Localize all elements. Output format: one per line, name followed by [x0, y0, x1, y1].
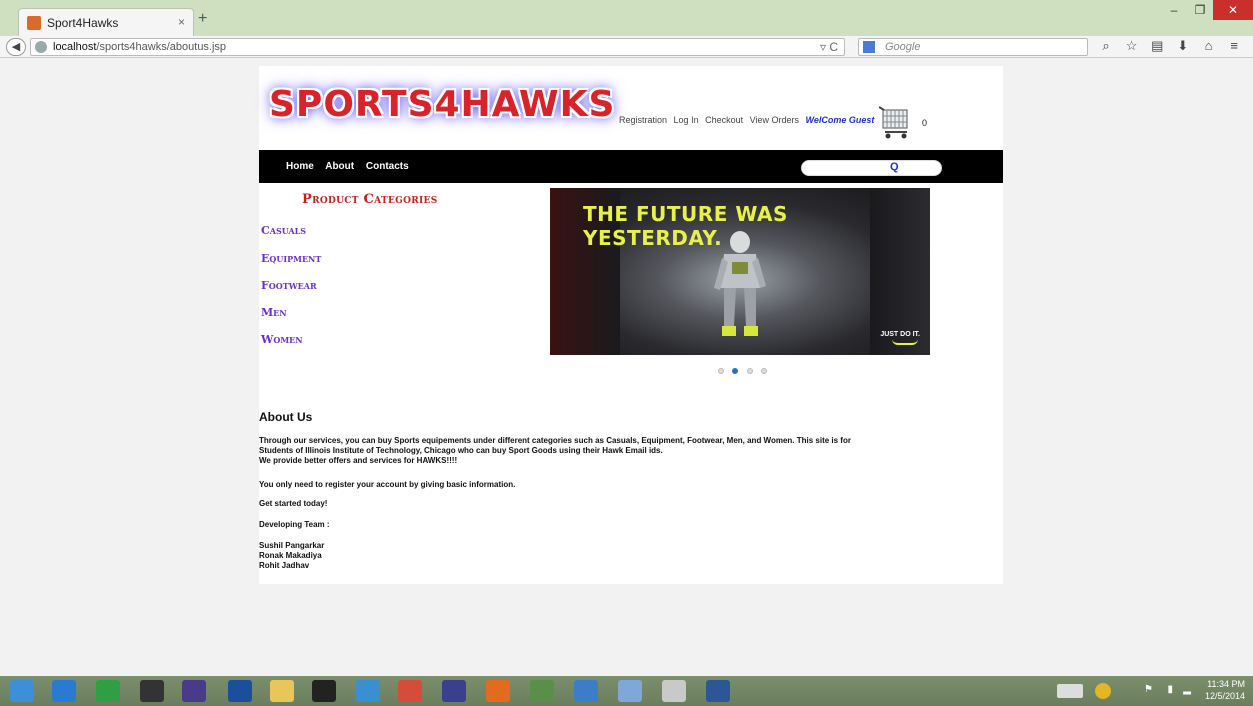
tab-title: Sport4Hawks [47, 16, 119, 30]
java-icon[interactable] [662, 680, 686, 702]
window-controls: – ❐ ✕ [1161, 0, 1253, 22]
nav-home-link[interactable]: Home [286, 161, 314, 172]
browser-tab[interactable]: Sport4Hawks × [18, 8, 194, 36]
word-icon[interactable] [706, 680, 730, 702]
network-icon[interactable]: ▮ [1167, 684, 1173, 695]
category-footwear[interactable]: Footwear [261, 279, 317, 292]
about-para-1c: We provide better offers and services fo… [259, 456, 458, 465]
star-icon[interactable]: ☆ [1121, 38, 1143, 54]
category-casuals[interactable]: Casuals [261, 224, 306, 237]
address-bar[interactable]: localhost/sports4hawks/aboutus.jsp ▿ C [30, 38, 845, 56]
category-men[interactable]: Men [261, 306, 287, 319]
new-tab-button[interactable]: + [198, 10, 207, 28]
menu-icon[interactable]: ≡ [1223, 38, 1245, 53]
system-clock[interactable]: 11:34 PM 12/5/2014 [1205, 678, 1245, 702]
category-women[interactable]: Women [261, 333, 303, 346]
photos-app-icon[interactable] [182, 680, 206, 702]
site-favicon-icon [27, 16, 41, 30]
checkout-link[interactable]: Checkout [705, 115, 743, 125]
view-orders-link[interactable]: View Orders [750, 115, 799, 125]
hp-icon[interactable] [228, 680, 252, 702]
logo-text: SPORTS4HAWKS [269, 84, 616, 125]
chrome-icon[interactable] [398, 680, 422, 702]
welcome-text: WelCome Guest [805, 115, 875, 125]
clock-time: 11:34 PM [1207, 679, 1245, 689]
nav-contacts-link[interactable]: Contacts [366, 161, 409, 172]
home-icon[interactable]: ⌂ [1198, 38, 1220, 53]
windows-taskbar: ⚑ ▮ ▂ 11:34 PM 12/5/2014 [0, 676, 1253, 706]
search-placeholder: Google [885, 41, 921, 53]
reload-icon[interactable]: ▿ C [820, 40, 838, 54]
team-label: Developing Team : [259, 520, 330, 529]
category-equipment[interactable]: Equipment [261, 252, 321, 265]
site-search-input[interactable]: Q [801, 160, 942, 176]
about-title: About Us [259, 410, 313, 424]
download-icon[interactable]: ⬇ [1172, 38, 1194, 54]
about-para-2: You only need to register your account b… [259, 480, 516, 489]
back-button[interactable]: ◀ [6, 38, 26, 56]
tab-close-icon[interactable]: × [178, 15, 185, 29]
cart-icon[interactable] [878, 104, 913, 140]
carousel-dot-2[interactable] [732, 368, 739, 374]
carousel-dots [718, 361, 771, 379]
internet-explorer-icon[interactable] [52, 680, 76, 702]
promo-banner[interactable]: THE FUTURE WAS YESTERDAY. JUST DO IT. [550, 188, 930, 355]
signal-icon[interactable]: ▂ [1183, 684, 1191, 695]
file-explorer-icon[interactable] [270, 680, 294, 702]
browser-navbar: ◀ localhost/sports4hawks/aboutus.jsp ▿ C… [0, 36, 1253, 58]
windows-start-icon[interactable] [10, 680, 34, 702]
notification-icon[interactable] [1095, 683, 1111, 699]
browser-tabstrip: Sport4Hawks × + – ❐ ✕ [0, 0, 1253, 36]
swoosh-icon [892, 339, 918, 345]
main-nav: Home About Contacts [286, 161, 418, 172]
camera-app-icon[interactable] [140, 680, 164, 702]
url-text: localhost/sports4hawks/aboutus.jsp [53, 41, 227, 53]
restore-button[interactable]: ❐ [1187, 0, 1213, 20]
store-icon[interactable] [96, 680, 120, 702]
search-icon[interactable]: ⌕ [1095, 38, 1117, 54]
amazon-icon[interactable] [312, 680, 336, 702]
toolbar-icons: ⌕ ☆ ▤ ⬇ ⌂ ≡ [1095, 38, 1245, 54]
close-window-button[interactable]: ✕ [1213, 0, 1253, 20]
minimize-button[interactable]: – [1161, 0, 1187, 20]
login-link[interactable]: Log In [674, 115, 699, 125]
search-bar[interactable]: Google [858, 38, 1088, 56]
football-player-image [714, 231, 766, 336]
globe-icon [35, 41, 47, 53]
search-icon[interactable]: Q [890, 161, 899, 173]
firefox-icon[interactable] [486, 680, 510, 702]
image-app-icon[interactable] [530, 680, 554, 702]
document-app-icon[interactable] [618, 680, 642, 702]
tray-flag-icon[interactable]: ⚑ [1144, 684, 1153, 695]
registration-link[interactable]: Registration [619, 115, 667, 125]
team-member-2: Ronak Makadiya [259, 551, 322, 560]
cart-count: 0 [922, 118, 928, 128]
cloud-app-icon[interactable] [356, 680, 380, 702]
about-para-1: Through our services, you can buy Sports… [259, 436, 851, 445]
carousel-dot-3[interactable] [746, 368, 753, 374]
page-content: SPORTS4HAWKS Registration Log In Checkou… [259, 66, 1003, 584]
google-icon [863, 41, 875, 53]
bookmarks-icon[interactable]: ▤ [1146, 38, 1168, 54]
nav-about-link[interactable]: About [325, 161, 354, 172]
eclipse-icon[interactable] [442, 680, 466, 702]
team-member-1: Sushil Pangarkar [259, 541, 325, 550]
about-para-3: Get started today! [259, 499, 328, 508]
keyboard-icon[interactable] [1057, 684, 1083, 698]
clock-date: 12/5/2014 [1204, 691, 1245, 701]
site-logo[interactable]: SPORTS4HAWKS [269, 84, 614, 136]
categories-title: Product Categories [302, 192, 438, 207]
team-member-3: Rohit Jadhav [259, 561, 310, 570]
main-nav-bar: Home About Contacts Q [259, 150, 1003, 183]
about-para-1b: Students of Illinois Institute of Techno… [259, 446, 663, 455]
notes-app-icon[interactable] [574, 680, 598, 702]
carousel-dot-4[interactable] [761, 368, 768, 374]
top-menu: Registration Log In Checkout View Orders… [619, 115, 878, 125]
banner-tagline: JUST DO IT. [880, 331, 920, 338]
carousel-dot-1[interactable] [718, 368, 724, 374]
